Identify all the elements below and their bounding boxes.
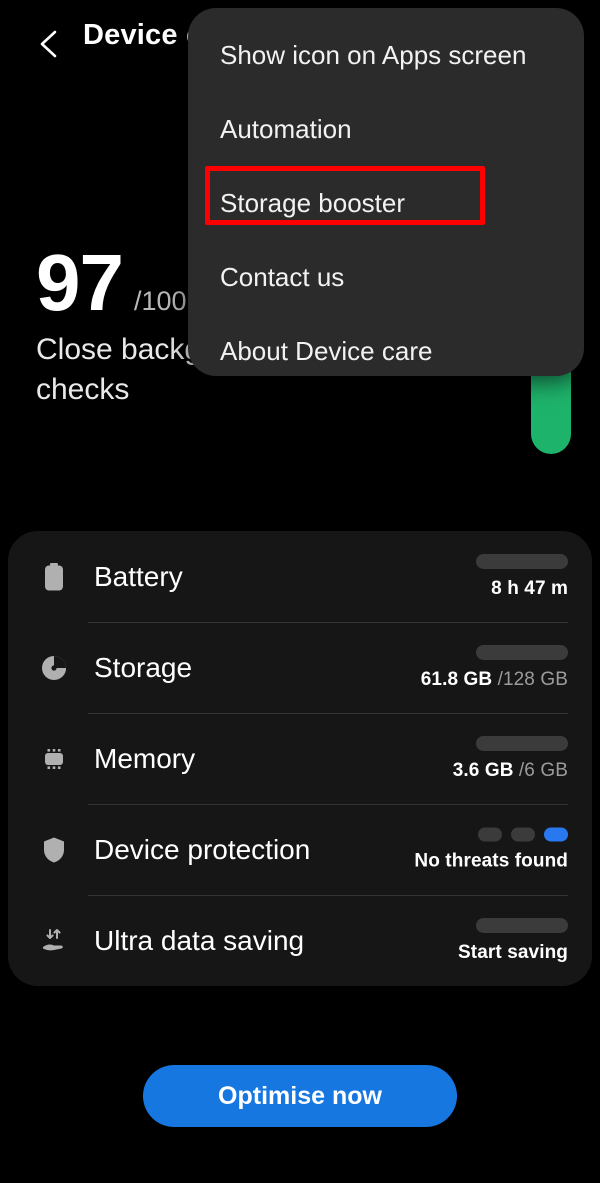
status-row-label: Device protection [94,833,311,865]
status-row-storage[interactable]: Storage 61.8 GB /128 GB [8,622,592,713]
meter-track [476,735,568,751]
optimise-now-button[interactable]: Optimise now [143,1065,457,1127]
value-muted: /6 GB [518,759,568,781]
menu-item-show-icon-on-apps-screen[interactable]: Show icon on Apps screen [188,18,584,92]
menu-item-label: Automation [220,113,352,144]
menu-item-automation[interactable]: Automation [188,92,584,166]
menu-item-label: About Device care [220,335,433,366]
status-card: Battery 8 h 47 m Storage 61.8 GB /128 GB [8,531,592,986]
menu-item-label: Contact us [220,261,345,292]
meter-track [476,644,568,660]
shield-icon [38,834,70,866]
meter-track [476,917,568,933]
status-row-device-protection[interactable]: Device protection No threats found [8,804,592,895]
protection-dot-active [544,827,568,841]
memory-chip-icon [38,743,70,775]
menu-item-storage-booster[interactable]: Storage booster [188,166,584,240]
status-row-value: 8 h 47 m [491,578,568,600]
value-main: 3.6 GB [452,759,519,781]
value-main: 61.8 GB [420,668,498,690]
status-row-value: Start saving [458,941,568,963]
protection-dots [478,827,568,841]
status-row-value: No threats found [414,850,568,871]
status-row-memory[interactable]: Memory 3.6 GB /6 GB [8,713,592,804]
menu-item-label: Show icon on Apps screen [220,39,527,70]
status-row-value: 61.8 GB /128 GB [421,669,568,691]
pie-chart-icon [38,652,70,684]
meter-track [476,553,568,569]
status-row-right: 8 h 47 m [338,553,568,600]
status-row-label: Memory [94,742,196,774]
overflow-menu: Show icon on Apps screen Automation Stor… [188,8,584,376]
status-row-battery[interactable]: Battery 8 h 47 m [8,531,592,622]
status-row-right: 61.8 GB /128 GB [338,644,568,691]
score-value: 97 [36,238,124,327]
battery-icon [38,561,70,593]
status-row-value: 3.6 GB /6 GB [453,760,568,782]
status-row-right: 3.6 GB /6 GB [338,735,568,782]
menu-item-label: Storage booster [220,187,406,218]
protection-dot [478,827,502,841]
value-main: 8 h 47 m [491,577,568,599]
data-saving-icon [38,925,70,957]
menu-item-about-device-care[interactable]: About Device care [188,314,584,388]
status-row-right: No threats found [338,827,568,872]
protection-dot [511,827,535,841]
status-row-right: Start saving [338,917,568,964]
status-row-ultra-data-saving[interactable]: Ultra data saving Start saving [8,895,592,986]
status-row-label: Storage [94,651,193,683]
back-button[interactable] [26,22,70,66]
value-muted: /128 GB [497,668,568,690]
score-total: /100 [133,286,187,316]
menu-item-contact-us[interactable]: Contact us [188,240,584,314]
status-row-label: Ultra data saving [94,924,305,956]
status-row-label: Battery [94,560,183,592]
chevron-left-icon [35,29,61,59]
